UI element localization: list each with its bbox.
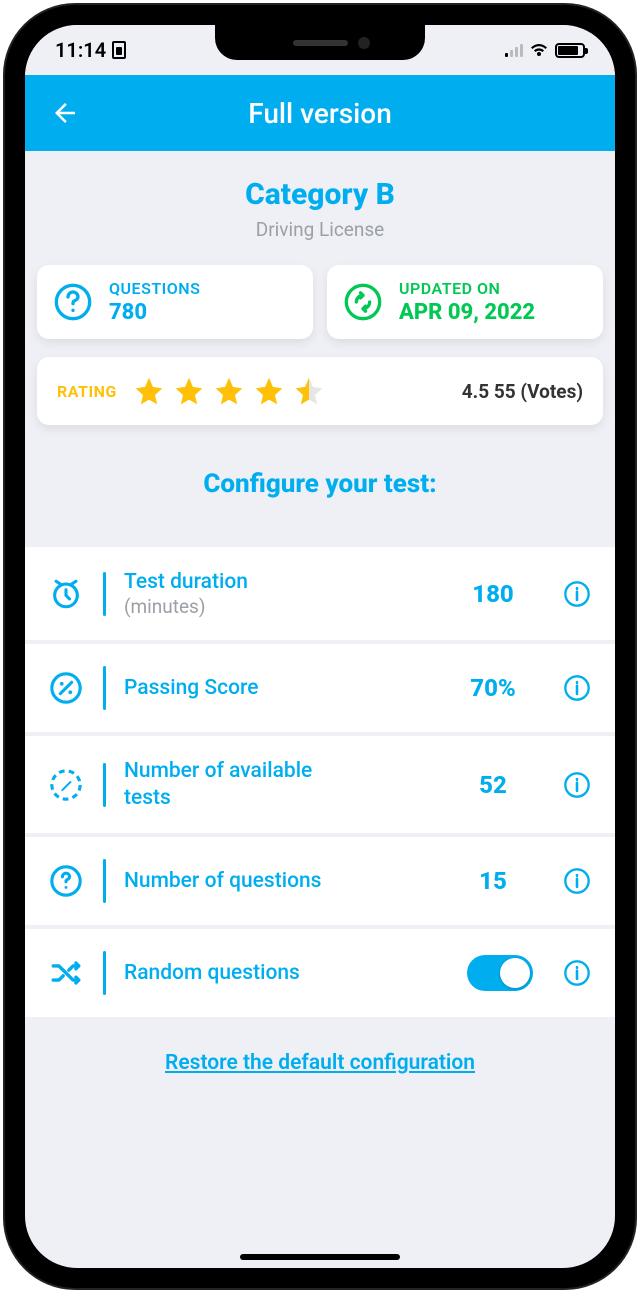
status-time: 11:14 (55, 38, 106, 62)
config-label: Number of questions (124, 868, 354, 894)
updated-label: UPDATED ON (399, 279, 535, 298)
config-label: Test duration (124, 569, 354, 595)
config-random-questions: Random questions (25, 929, 615, 1021)
shuffle-icon (47, 954, 85, 992)
home-indicator[interactable] (240, 1254, 400, 1260)
question-circle-icon (47, 862, 85, 900)
config-label: Number of available tests (124, 758, 354, 811)
config-available-tests[interactable]: Number of available tests 52 (25, 736, 615, 837)
questions-card: QUESTIONS 780 (37, 265, 313, 339)
info-button[interactable] (561, 769, 593, 801)
edit-circle-icon (47, 766, 85, 804)
config-number-questions[interactable]: Number of questions 15 (25, 837, 615, 929)
star-half-icon (293, 375, 325, 407)
clock-icon (47, 575, 85, 613)
config-value: 180 (453, 580, 533, 608)
info-button[interactable] (561, 672, 593, 704)
rating-card: RATING 4.5 55 (Votes) (37, 357, 603, 425)
config-value: 15 (453, 867, 533, 895)
info-button[interactable] (561, 865, 593, 897)
config-label: Random questions (124, 960, 354, 986)
config-sublabel: (minutes) (124, 595, 354, 618)
star-icon (213, 375, 245, 407)
percent-icon (47, 669, 85, 707)
info-button[interactable] (561, 957, 593, 989)
category-title: Category B (37, 177, 603, 212)
star-icon (253, 375, 285, 407)
restore-default-link[interactable]: Restore the default configuration (165, 1051, 475, 1075)
refresh-icon (341, 280, 385, 324)
star-icon (173, 375, 205, 407)
config-passing-score[interactable]: Passing Score 70% (25, 644, 615, 736)
back-button[interactable] (47, 95, 83, 131)
sim-icon (112, 41, 126, 59)
question-circle-icon (51, 280, 95, 324)
random-questions-toggle[interactable] (467, 955, 533, 991)
cell-signal-icon (505, 43, 523, 57)
questions-label: QUESTIONS (109, 279, 200, 298)
wifi-icon (529, 42, 549, 58)
updated-value: APR 09, 2022 (399, 300, 535, 325)
battery-icon (555, 43, 585, 58)
page-title: Full version (248, 97, 392, 130)
rating-text: 4.5 55 (Votes) (462, 380, 583, 403)
app-header: Full version (25, 75, 615, 151)
configure-heading: Configure your test: (37, 469, 603, 499)
questions-value: 780 (109, 300, 200, 325)
rating-label: RATING (57, 382, 117, 401)
config-test-duration[interactable]: Test duration (minutes) 180 (25, 547, 615, 644)
config-label: Passing Score (124, 675, 354, 701)
updated-card: UPDATED ON APR 09, 2022 (327, 265, 603, 339)
config-value: 70% (453, 674, 533, 702)
star-icon (133, 375, 165, 407)
category-subtitle: Driving License (37, 218, 603, 241)
info-button[interactable] (561, 578, 593, 610)
config-value: 52 (453, 771, 533, 799)
rating-stars (133, 375, 325, 407)
